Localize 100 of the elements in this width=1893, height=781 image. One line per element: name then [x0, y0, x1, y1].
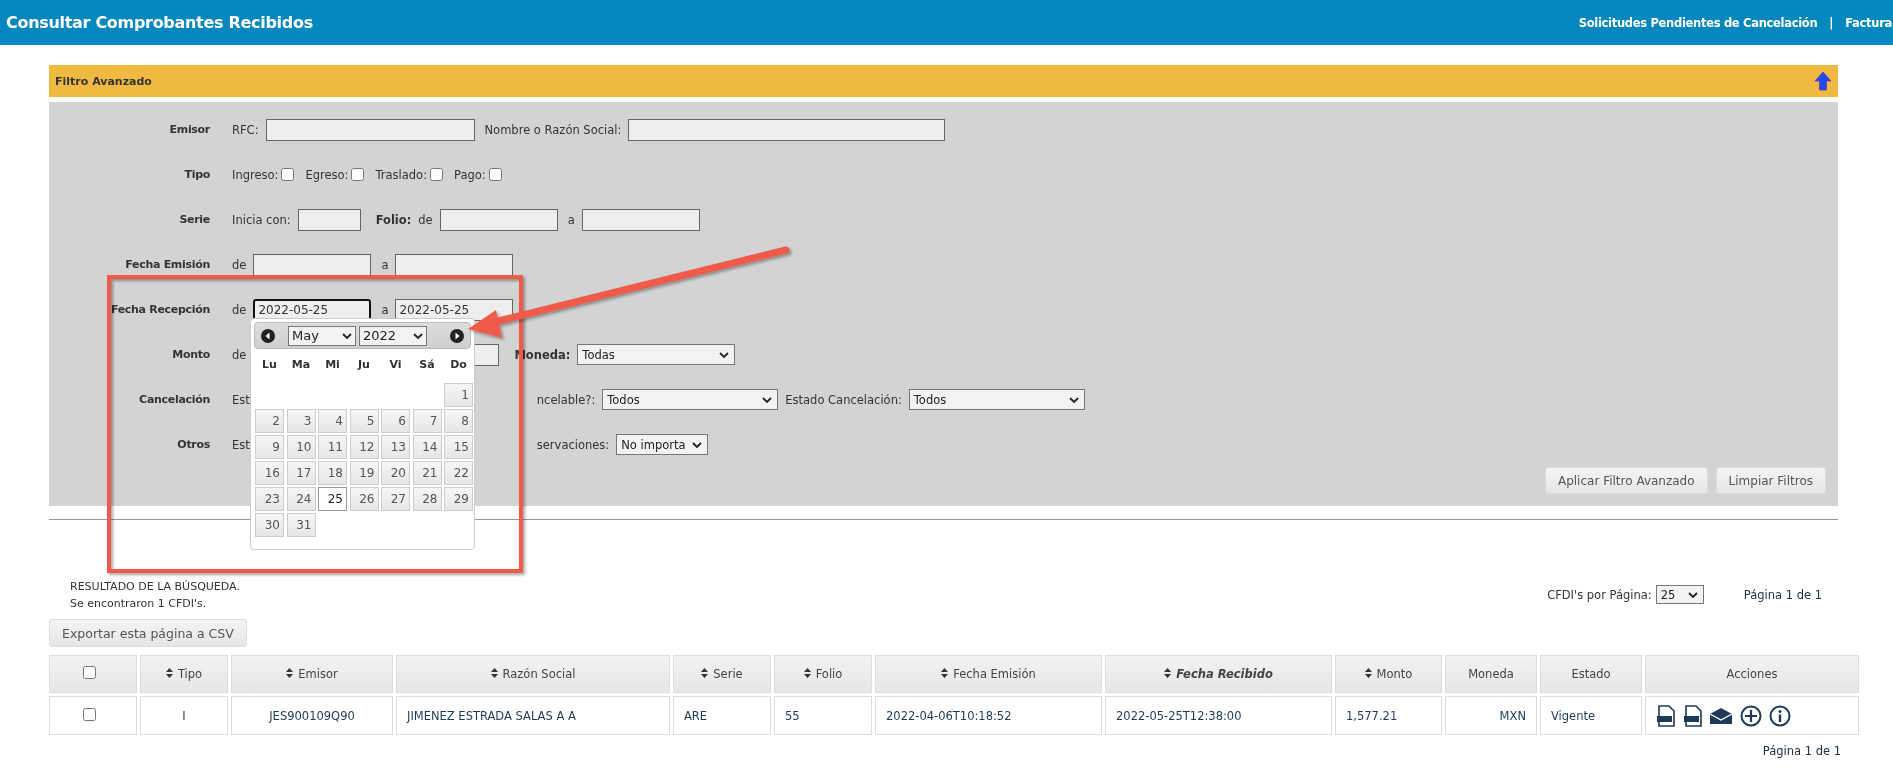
field-label: Serie: [178, 213, 210, 226]
checkbox[interactable]: [281, 168, 295, 181]
weekday-label: Mi: [324, 357, 341, 373]
dropdown[interactable]: No importa: [616, 434, 708, 455]
calendar-day[interactable]: 9: [255, 435, 284, 459]
calendar-day[interactable]: 15: [444, 435, 473, 459]
calendar-day[interactable]: 7: [412, 409, 442, 433]
table-cell: 2022-04-06T10:18:52: [875, 696, 1102, 735]
up-arrow-icon[interactable]: [1814, 71, 1832, 91]
column-header[interactable]: Fecha Recibido: [1105, 655, 1332, 693]
table-cell: Vigente: [1540, 696, 1642, 735]
calendar-day[interactable]: 24: [286, 487, 316, 511]
field-label: Tipo: [183, 168, 210, 181]
plus-circle-icon[interactable]: [1739, 704, 1762, 727]
calendar-day[interactable]: 17: [286, 461, 316, 485]
calendar-day[interactable]: 25: [318, 487, 347, 511]
calendar-day[interactable]: 11: [318, 435, 347, 459]
field-label: Fecha Recepción: [109, 303, 210, 316]
caret-icon: [342, 332, 352, 339]
calendar-day[interactable]: 6: [381, 409, 410, 433]
calendar-day[interactable]: 22: [444, 461, 473, 485]
column-header[interactable]: Tipo: [140, 655, 228, 693]
calendar-day[interactable]: 10: [286, 435, 316, 459]
info-icon[interactable]: [1768, 704, 1791, 727]
calendar-day[interactable]: 31: [286, 513, 316, 537]
document-icon[interactable]: [1682, 704, 1703, 727]
column-header[interactable]: Razón Social: [396, 655, 670, 693]
table-cell: ARE: [673, 696, 771, 735]
envelope-icon[interactable]: [1709, 706, 1734, 725]
select-all-checkbox[interactable]: [82, 666, 96, 679]
export-button[interactable]: Exportar esta página a CSV: [49, 619, 247, 647]
calendar-day[interactable]: 20: [381, 461, 410, 485]
calendar-day[interactable]: 4: [318, 409, 347, 433]
checkbox[interactable]: [430, 168, 444, 181]
field-caption: de: [418, 212, 433, 227]
text-field[interactable]: [297, 208, 361, 231]
field-caption: Est: [232, 392, 250, 407]
sort-icon: [1164, 668, 1172, 678]
calendar-day[interactable]: 27: [381, 487, 410, 511]
year-dropdown[interactable]: 2022: [359, 325, 427, 346]
checkbox[interactable]: [488, 168, 502, 181]
column-header[interactable]: Folio: [774, 655, 872, 693]
next-icon[interactable]: [450, 328, 464, 343]
calendar-day[interactable]: 18: [318, 461, 347, 485]
text-field[interactable]: [628, 118, 946, 141]
text-field[interactable]: [395, 253, 514, 276]
field-caption: servaciones:: [536, 437, 610, 452]
calendar-day[interactable]: 26: [349, 487, 379, 511]
previous-icon[interactable]: [261, 328, 275, 343]
table-cell: JES900109Q90: [231, 696, 393, 735]
calendar-day[interactable]: 28: [412, 487, 442, 511]
caret-icon: [413, 332, 423, 339]
row-checkbox[interactable]: [82, 707, 96, 721]
per-page-dropdown[interactable]: 25: [1655, 585, 1704, 604]
calendar-day[interactable]: 30: [255, 513, 284, 537]
calendar-day[interactable]: 5: [349, 409, 379, 433]
calendar-day[interactable]: 19: [349, 461, 379, 485]
weekday-label: Ma: [290, 357, 312, 373]
sort-icon: [490, 668, 498, 678]
text-field[interactable]: [265, 118, 475, 141]
calendar-day[interactable]: 29: [444, 487, 473, 511]
column-header[interactable]: Emisor: [231, 655, 393, 693]
caret-icon: [719, 351, 730, 358]
dropdown[interactable]: Todas: [577, 344, 736, 365]
calendar-day[interactable]: 16: [255, 461, 284, 485]
field-caption: ncelable?:: [536, 392, 596, 407]
column-header[interactable]: Monto: [1335, 655, 1442, 693]
text-field[interactable]: [253, 253, 372, 276]
month-dropdown[interactable]: May: [288, 325, 356, 346]
dropdown[interactable]: Todos: [908, 389, 1085, 410]
calendar-day[interactable]: 3: [286, 409, 316, 433]
checkbox[interactable]: [351, 168, 365, 181]
weekday-label: Sá: [418, 357, 436, 373]
nav-link[interactable]: Factura: [1845, 15, 1892, 30]
field-label: Fecha Emisión: [124, 258, 210, 271]
calendar-day[interactable]: 23: [255, 487, 284, 511]
calendar-day[interactable]: 1: [444, 383, 473, 407]
filter-button[interactable]: Limpiar Filtros: [1715, 467, 1826, 494]
field-caption: Traslado:: [375, 167, 428, 182]
text-field[interactable]: [581, 208, 700, 231]
filter-button[interactable]: Aplicar Filtro Avanzado: [1544, 467, 1708, 494]
sort-icon: [803, 668, 811, 678]
calendar-day[interactable]: 21: [412, 461, 442, 485]
column-header[interactable]: Fecha Emisión: [875, 655, 1102, 693]
calendar-day[interactable]: 14: [412, 435, 442, 459]
field-caption: RFC:: [232, 122, 259, 137]
calendar-day[interactable]: 12: [349, 435, 379, 459]
column-header[interactable]: Serie: [673, 655, 771, 693]
calendar-day[interactable]: 2: [255, 409, 284, 433]
calendar-day[interactable]: 13: [381, 435, 410, 459]
document-icon[interactable]: [1656, 704, 1676, 727]
field-caption: Est: [232, 437, 250, 452]
calendar-day[interactable]: 8: [444, 409, 473, 433]
field-caption: de: [232, 257, 247, 272]
nav-link[interactable]: Solicitudes Pendientes de Cancelación: [1578, 15, 1818, 30]
field-label: Monto: [171, 348, 210, 361]
text-field[interactable]: 2022-05-25: [253, 298, 372, 321]
dropdown[interactable]: Todos: [602, 389, 779, 410]
column-header: Estado: [1540, 655, 1642, 693]
text-field[interactable]: [439, 208, 558, 231]
